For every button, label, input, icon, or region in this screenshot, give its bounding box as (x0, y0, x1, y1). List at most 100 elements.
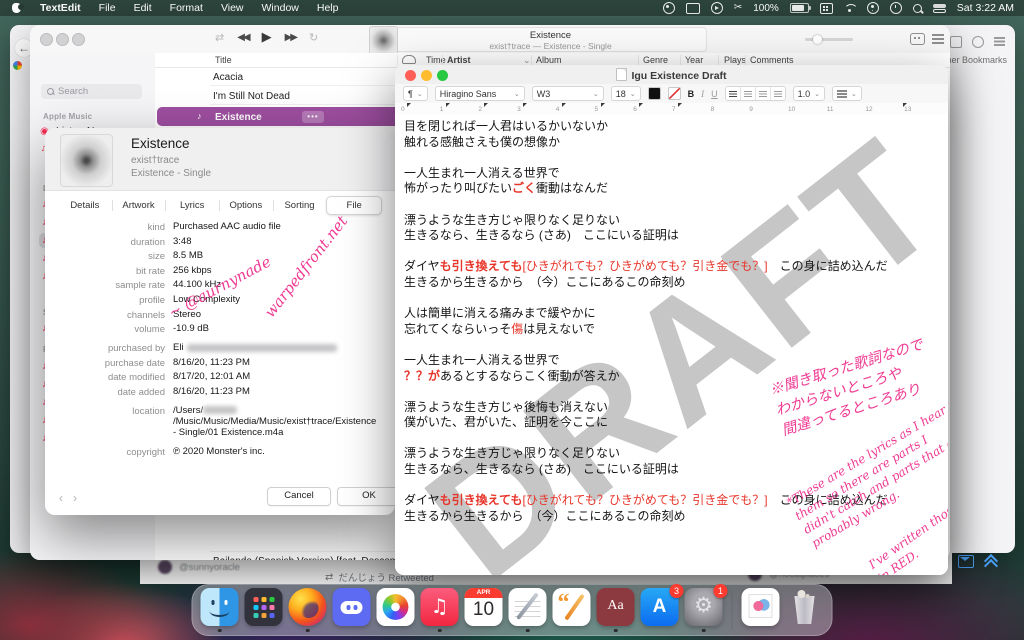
repeat-button[interactable]: ↻ (309, 31, 318, 44)
tab-stop-marker[interactable] (903, 103, 907, 107)
menu-help[interactable]: Help (308, 2, 348, 14)
column-album[interactable]: Album (536, 55, 562, 65)
minimize-icon[interactable] (56, 33, 69, 46)
ok-button[interactable]: OK (337, 487, 395, 506)
play-button[interactable]: ▶ (262, 29, 272, 45)
volume-slider[interactable] (805, 38, 853, 41)
font-family-select[interactable]: Hiragino Sans⌄ (435, 86, 525, 101)
dialog-tab-file[interactable]: File (326, 196, 382, 215)
scissors-status-icon[interactable]: ✂ (734, 3, 742, 13)
browser-menu-icon[interactable] (994, 37, 1005, 39)
writer-icon[interactable] (553, 588, 591, 626)
align-center-icon[interactable] (740, 87, 755, 100)
music-search-input[interactable]: Search (41, 84, 142, 99)
dock-item-calendar[interactable]: APR10 (465, 588, 503, 632)
time-machine-icon[interactable] (890, 2, 902, 14)
align-left-icon[interactable] (726, 87, 740, 100)
align-justify-icon[interactable] (755, 87, 770, 100)
text-color-swatch[interactable] (648, 87, 661, 100)
dock-item-appstore[interactable]: 3 (641, 588, 679, 632)
column-comments[interactable]: Comments (750, 55, 794, 65)
dialog-tab-lyrics[interactable]: Lyrics (165, 196, 219, 215)
cloud-status-column-icon[interactable] (402, 55, 416, 64)
menu-view[interactable]: View (212, 2, 253, 14)
calendar-icon[interactable]: APR10 (465, 588, 503, 626)
menu-edit[interactable]: Edit (125, 2, 161, 14)
close-icon[interactable] (40, 33, 53, 46)
italic-button[interactable]: I (701, 89, 704, 99)
previous-button[interactable]: ◀◀ (237, 32, 248, 43)
wifi-icon[interactable] (844, 4, 856, 13)
photos-icon[interactable] (377, 588, 415, 626)
compose-tweet-icon[interactable] (958, 555, 974, 568)
tab-stop-marker[interactable] (639, 103, 643, 107)
tab-stop-marker[interactable] (678, 103, 682, 107)
dialog-tab-sorting[interactable]: Sorting (273, 196, 327, 215)
dock-item-music[interactable] (421, 588, 459, 632)
tab-stop-marker[interactable] (407, 103, 411, 107)
column-year[interactable]: Year (685, 55, 703, 65)
font-size-select[interactable]: 18⌄ (611, 86, 641, 101)
zoom-icon[interactable] (72, 33, 85, 46)
tab-stop-marker[interactable] (562, 103, 566, 107)
alignment-buttons[interactable] (725, 86, 786, 101)
display-status-icon[interactable] (686, 3, 700, 14)
apple-menu-icon[interactable] (12, 3, 21, 13)
align-right-icon[interactable] (770, 87, 785, 100)
dock-item-dict[interactable] (597, 588, 635, 632)
column-artist[interactable]: Artist (447, 55, 471, 65)
dialog-tab-options[interactable]: Options (219, 196, 273, 215)
tab-stop-marker[interactable] (601, 103, 605, 107)
control-center-icon[interactable] (933, 4, 946, 13)
launchpad-icon[interactable] (245, 588, 283, 626)
dock-item-textedit[interactable] (509, 588, 547, 632)
column-title[interactable]: Title (215, 55, 232, 65)
firefox-icon[interactable] (289, 588, 327, 626)
textedit-titlebar[interactable]: Igu Existence Draft (395, 65, 948, 85)
browser-profile-icon[interactable] (972, 36, 984, 48)
discord-icon[interactable] (333, 588, 371, 626)
menu-file[interactable]: File (90, 2, 125, 14)
bold-button[interactable]: B (688, 89, 695, 99)
menu-app-name[interactable]: TextEdit (31, 2, 90, 14)
line-spacing-select[interactable]: 1.0⌄ (793, 86, 825, 101)
tab-stop-marker[interactable] (446, 103, 450, 107)
cancel-button[interactable]: Cancel (267, 487, 331, 506)
avatar[interactable] (158, 560, 172, 574)
trash-icon[interactable] (786, 588, 824, 626)
dialog-tab-artwork[interactable]: Artwork (112, 196, 166, 215)
dock-item-writer[interactable] (553, 588, 591, 632)
settings-icon[interactable]: 1 (685, 588, 723, 626)
track-more-button[interactable]: ••• (302, 111, 324, 123)
menu-window[interactable]: Window (253, 2, 308, 14)
menu-format[interactable]: Format (161, 2, 212, 14)
dock-item-discord[interactable] (333, 588, 371, 632)
browser-extension-icon[interactable] (950, 36, 962, 48)
scroll-to-top-icon[interactable] (985, 556, 997, 568)
user-handle[interactable]: @sunnyoracle (179, 562, 240, 573)
paragraph-style-select[interactable]: ¶⌄ (403, 86, 428, 101)
dock-item-settings[interactable]: 1 (685, 588, 723, 632)
document-content[interactable]: DRAFT 目を閉じれば一人君はいるかいないか触れる感触さえも僕の想像か 一人生… (395, 114, 948, 575)
finder-icon[interactable] (201, 588, 239, 626)
dock-item-launchpad[interactable] (245, 588, 283, 632)
doc-icon[interactable] (742, 588, 780, 626)
menu-clock[interactable]: Sat 3:22 AM (957, 2, 1014, 14)
textedit-icon[interactable] (509, 588, 547, 626)
dock-item-firefox[interactable] (289, 588, 327, 632)
dock-item-doc[interactable] (742, 588, 780, 632)
battery-icon[interactable] (790, 3, 809, 13)
now-playing-status-icon[interactable] (711, 2, 723, 14)
user-account-icon[interactable] (867, 2, 879, 14)
highlight-color-swatch[interactable] (668, 87, 681, 100)
prev-next-track-buttons[interactable]: ‹› (59, 491, 87, 505)
underline-button[interactable]: U (711, 89, 718, 99)
tab-stop-marker[interactable] (523, 103, 527, 107)
up-next-queue-icon[interactable] (932, 34, 944, 36)
input-source-icon[interactable] (820, 3, 833, 14)
dock-item-trash[interactable] (786, 588, 824, 632)
list-style-select[interactable]: ⌄ (832, 86, 862, 101)
tab-stop-marker[interactable] (484, 103, 488, 107)
now-playing-bar[interactable]: Existence exist†trace — Existence - Sing… (370, 27, 707, 52)
next-button[interactable]: ▶▶ (285, 32, 296, 43)
